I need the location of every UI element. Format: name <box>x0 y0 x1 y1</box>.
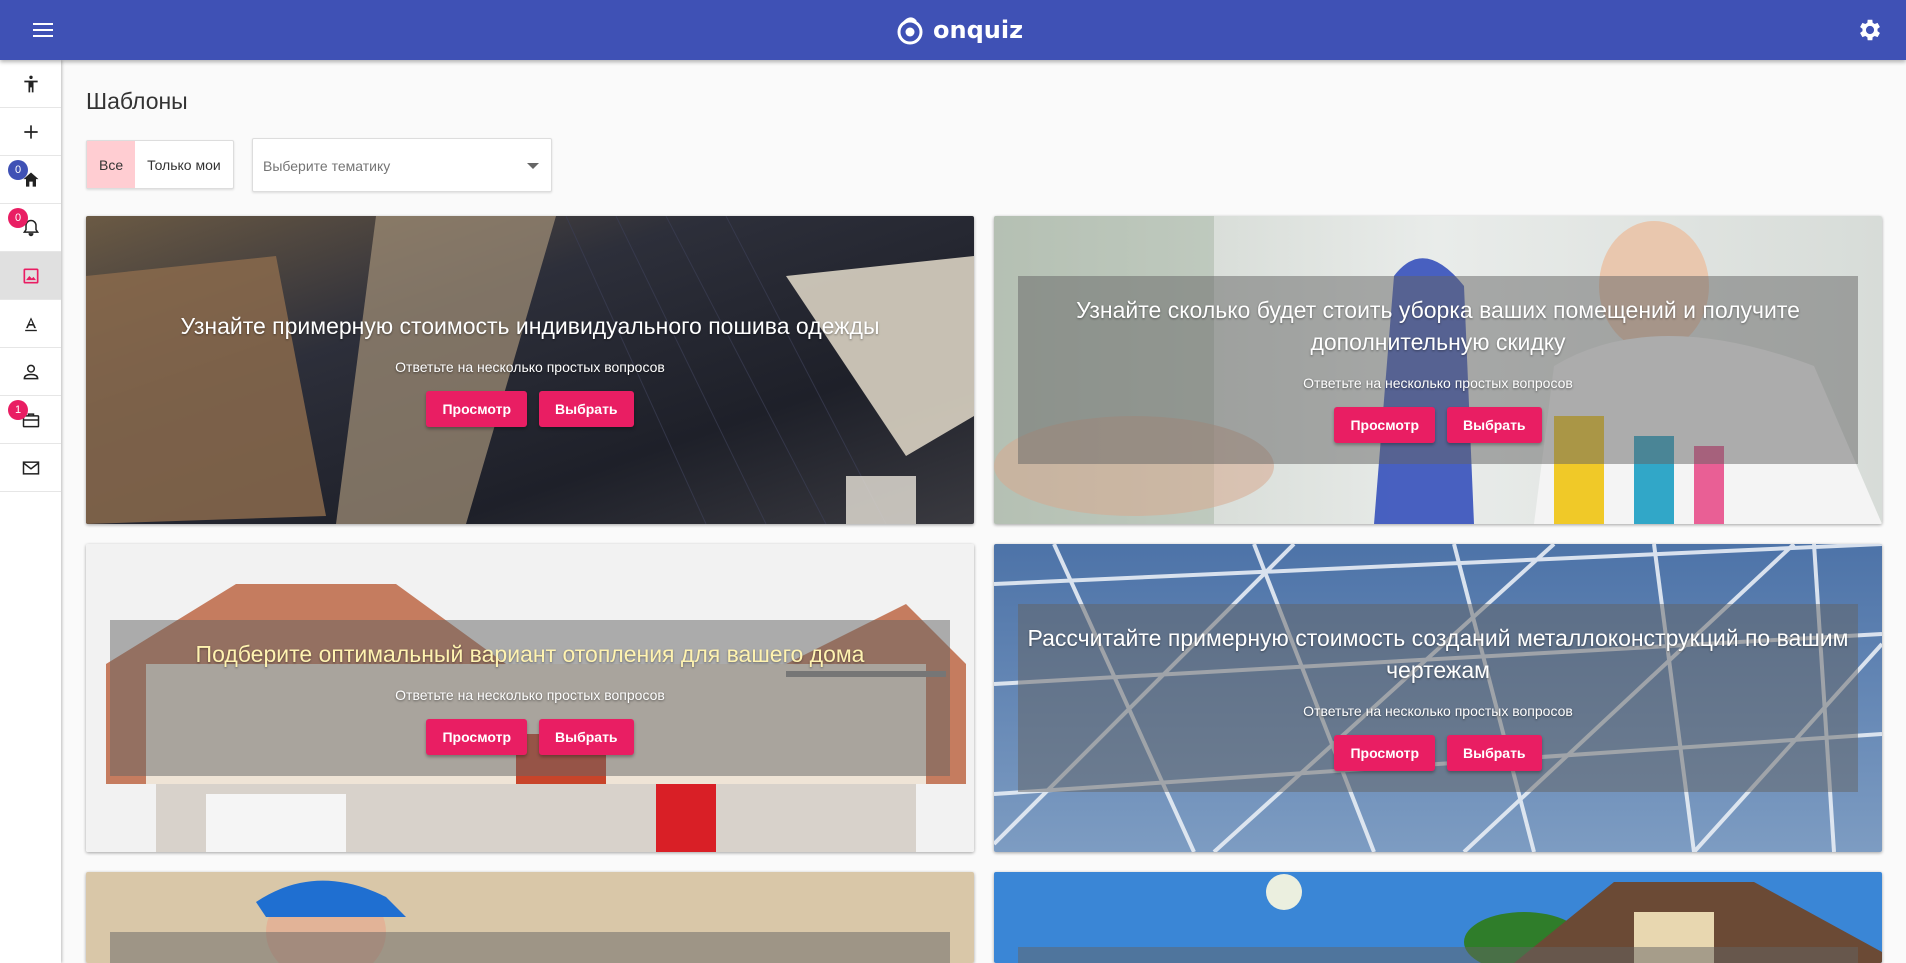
preview-button[interactable]: Просмотр <box>1334 407 1436 443</box>
sidebar-nav: 0 0 1 <box>0 60 61 963</box>
topic-select-placeholder: Выберите тематику <box>263 158 391 174</box>
briefcase-badge: 1 <box>8 400 28 420</box>
card-actions: Просмотр Выбрать <box>994 735 1882 771</box>
card-subtitle: Ответьте на несколько простых вопросов <box>395 687 665 703</box>
preview-button[interactable]: Просмотр <box>1334 735 1436 771</box>
gear-icon[interactable] <box>1856 16 1884 44</box>
card-subtitle: Ответьте на несколько простых вопросов <box>1303 703 1573 719</box>
select-button[interactable]: Выбрать <box>539 719 634 755</box>
onquiz-logo-icon <box>897 17 923 45</box>
accessibility-icon <box>23 75 38 92</box>
template-card: Рассчитайте примерную стоимость созданий… <box>994 544 1882 852</box>
template-card: Узнайте примерную стоимость индивидуальн… <box>86 216 974 524</box>
toggle-only-mine[interactable]: Только мои <box>135 141 233 188</box>
preview-button[interactable]: Просмотр <box>426 719 528 755</box>
notifications-badge: 0 <box>8 208 28 228</box>
sidebar-item-accessibility[interactable] <box>0 60 61 108</box>
menu-icon[interactable] <box>30 17 56 43</box>
page-title: Шаблоны <box>86 88 188 114</box>
select-button[interactable]: Выбрать <box>1447 407 1542 443</box>
template-card <box>994 872 1882 963</box>
ownership-toggle-group: Все Только мои <box>86 140 234 189</box>
sidebar-item-notifications[interactable]: 0 <box>0 204 61 252</box>
card-title: Узнайте примерную стоимость индивидуальн… <box>180 313 880 339</box>
select-button[interactable]: Выбрать <box>539 391 634 427</box>
sidebar-item-home[interactable]: 0 <box>0 156 61 204</box>
card-title: Узнайте сколько будет стоить уборка ваши… <box>1076 297 1800 355</box>
home-badge: 0 <box>8 160 28 180</box>
sidebar-item-text[interactable] <box>0 300 61 348</box>
card-subtitle: Ответьте на несколько простых вопросов <box>1303 375 1573 391</box>
image-icon <box>23 268 38 283</box>
sidebar-item-templates[interactable] <box>0 252 61 300</box>
card-actions: Просмотр Выбрать <box>86 719 974 755</box>
toggle-all[interactable]: Все <box>87 141 136 188</box>
topic-select[interactable]: Выберите тематику <box>252 138 552 192</box>
sidebar-item-profile[interactable] <box>0 348 61 396</box>
plus-icon <box>23 124 38 139</box>
card-title: Рассчитайте примерную стоимость созданий… <box>1027 625 1849 683</box>
preview-button[interactable]: Просмотр <box>426 391 528 427</box>
card-actions: Просмотр Выбрать <box>86 391 974 427</box>
card-overlay <box>1018 947 1858 963</box>
brand-name: onquiz <box>933 16 1024 44</box>
top-app-bar: onquiz <box>0 0 1906 60</box>
sidebar-item-add[interactable] <box>0 108 61 156</box>
card-overlay <box>110 932 950 963</box>
sidebar-item-business[interactable]: 1 <box>0 396 61 444</box>
sidebar-item-mail[interactable] <box>0 444 61 492</box>
brand-logo[interactable]: onquiz <box>895 13 1023 47</box>
chevron-down-icon <box>527 163 539 169</box>
person-icon <box>23 364 38 379</box>
mail-icon <box>22 460 39 475</box>
template-card <box>86 872 974 963</box>
card-subtitle: Ответьте на несколько простых вопросов <box>395 359 665 375</box>
template-card: Узнайте сколько будет стоить уборка ваши… <box>994 216 1882 524</box>
select-button[interactable]: Выбрать <box>1447 735 1542 771</box>
template-card: Подберите оптимальный вариант отопления … <box>86 544 974 852</box>
text-format-icon <box>24 316 37 331</box>
card-title: Подберите оптимальный вариант отопления … <box>195 641 865 667</box>
card-actions: Просмотр Выбрать <box>994 407 1882 443</box>
